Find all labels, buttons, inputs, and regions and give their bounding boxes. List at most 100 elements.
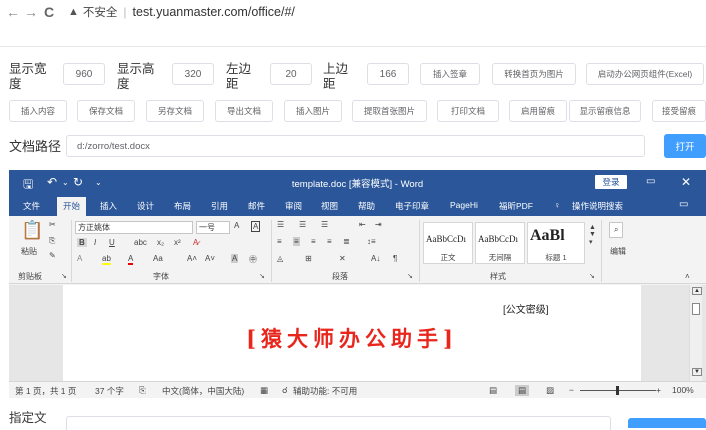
tab-mailings[interactable]: 邮件 — [248, 200, 265, 212]
tab-foxit-pdf[interactable]: 福昕PDF — [499, 200, 533, 212]
web-layout-icon[interactable]: ▨ — [546, 385, 554, 396]
zoom-thumb[interactable] — [616, 386, 619, 395]
font-launcher-icon[interactable]: ↘ — [259, 272, 265, 280]
export-doc-button[interactable]: 导出文档 — [215, 100, 273, 122]
close-icon[interactable]: ✕ — [681, 175, 691, 189]
align-left-icon[interactable]: ≡ — [277, 237, 282, 246]
find-icon[interactable]: ⌕ — [609, 222, 624, 238]
clipboard-launcher-icon[interactable]: ↘ — [61, 272, 67, 280]
format-painter-icon[interactable]: ✎ — [49, 251, 56, 260]
superscript-icon[interactable]: x² — [174, 238, 181, 247]
increase-indent-icon[interactable]: ⇥ — [375, 220, 382, 229]
decrease-indent-icon[interactable]: ⇤ — [359, 220, 366, 229]
insert-image-button[interactable]: 插入图片 — [284, 100, 342, 122]
multilevel-list-icon[interactable]: ☰ — [321, 220, 328, 229]
sort-icon[interactable]: A↓ — [371, 254, 380, 263]
launch-component-button[interactable]: 启动办公网页组件(Excel) — [586, 63, 704, 85]
styles-launcher-icon[interactable]: ↘ — [589, 272, 595, 280]
show-marks-icon[interactable]: ¶ — [393, 254, 397, 263]
shading-icon[interactable]: ◬ — [277, 254, 283, 263]
bottom-button[interactable] — [628, 418, 706, 428]
paste-icon[interactable]: 📋 — [21, 220, 43, 241]
forward-icon[interactable]: → — [22, 4, 40, 20]
back-icon[interactable]: ← — [4, 4, 22, 20]
cut-icon[interactable]: ✂ — [49, 220, 56, 229]
font-name-box[interactable]: 方正姚体 — [75, 221, 193, 234]
align-center-icon[interactable]: ≡ — [293, 237, 300, 246]
highlight-icon[interactable]: ab — [102, 254, 111, 265]
url-text[interactable]: test.yuanmaster.com/office/#/ — [133, 5, 295, 19]
numbering-icon[interactable]: ☰ — [299, 220, 306, 229]
document-page[interactable]: [公文密级] [猿大师办公助手] — [63, 285, 641, 381]
tab-references[interactable]: 引用 — [211, 200, 228, 212]
ribbon-options-icon[interactable]: ▭ — [646, 176, 655, 187]
zoom-level[interactable]: 100% — [672, 385, 694, 395]
left-margin-input[interactable]: 20 — [270, 63, 312, 85]
font-color-a-icon[interactable]: A — [234, 221, 239, 230]
tab-view[interactable]: 视图 — [321, 200, 338, 212]
focus-icon[interactable]: ▤ — [489, 385, 497, 396]
doc-path-input[interactable]: d:/zorro/test.docx — [66, 135, 645, 157]
width-input[interactable]: 960 — [63, 63, 105, 85]
top-margin-input[interactable]: 166 — [367, 63, 409, 85]
proofing-icon[interactable]: ⎘ — [139, 385, 146, 396]
font-size-box[interactable]: 一号 — [196, 221, 230, 234]
borders-icon[interactable]: ⊞ — [305, 254, 312, 263]
underline-icon[interactable]: U — [109, 238, 115, 247]
insert-sign-button[interactable]: 插入签章 — [420, 63, 480, 85]
style-no-spacing[interactable]: AaBbCcDı 无间隔 — [475, 222, 525, 264]
bullets-icon[interactable]: ☰ — [277, 220, 284, 229]
print-doc-button[interactable]: 打印文档 — [437, 100, 499, 122]
bottom-input[interactable] — [66, 416, 611, 430]
subscript-icon[interactable]: x₂ — [157, 238, 164, 247]
tab-review[interactable]: 审阅 — [285, 200, 302, 212]
status-accessibility[interactable]: 辅助功能: 不可用 — [293, 385, 357, 397]
char-border-icon[interactable]: A — [251, 221, 261, 232]
tab-insert[interactable]: 插入 — [100, 200, 117, 212]
style-heading-1[interactable]: AaBl 标题 1 — [527, 222, 585, 264]
style-normal[interactable]: AaBbCcDı 正文 — [423, 222, 473, 264]
extract-image-button[interactable]: 提取首张图片 — [352, 100, 427, 122]
copy-icon[interactable]: ⎘ — [49, 236, 55, 246]
show-track-button[interactable]: 显示留痕信息 — [569, 100, 641, 122]
shrink-font-icon[interactable]: A˅ — [205, 254, 215, 263]
status-page[interactable]: 第 1 页，共 1 页 — [15, 385, 76, 397]
char-shading-icon[interactable]: A — [231, 254, 239, 263]
tab-pagehi[interactable]: PageHi — [450, 200, 478, 210]
zoom-in-icon[interactable]: + — [656, 385, 661, 395]
tab-home[interactable]: 开始 — [57, 197, 87, 216]
justify-icon[interactable]: ≡ — [327, 237, 332, 246]
tab-e-seal[interactable]: 电子印章 — [395, 200, 429, 212]
tab-layout[interactable]: 布局 — [174, 200, 191, 212]
status-language[interactable]: 中文(简体，中国大陆) — [162, 385, 244, 397]
styles-scroll-icon[interactable]: ▲ ▼ ▾ — [589, 224, 596, 246]
paste-label[interactable]: 粘贴 — [21, 246, 37, 257]
enclose-char-icon[interactable]: ㊥ — [249, 254, 257, 265]
grow-font-icon[interactable]: A˄ — [187, 254, 197, 263]
status-words[interactable]: 37 个字 — [95, 385, 124, 397]
scroll-up-icon[interactable]: ▲ — [692, 287, 702, 295]
align-right-icon[interactable]: ≡ — [311, 237, 316, 246]
italic-icon[interactable]: I — [94, 238, 96, 247]
chinese-layout-icon[interactable]: ✕ — [339, 254, 346, 263]
macro-icon[interactable]: ▦ — [260, 385, 268, 396]
change-case-icon[interactable]: Aa — [153, 254, 163, 263]
zoom-out-icon[interactable]: − — [569, 385, 574, 395]
first-page-image-button[interactable]: 转换首页为图片 — [492, 63, 576, 85]
distributed-icon[interactable]: ≣ — [343, 237, 350, 246]
editing-label[interactable]: 编辑 — [610, 246, 626, 257]
collapse-ribbon-icon[interactable]: ˄ — [685, 272, 690, 281]
bold-icon[interactable]: B — [77, 238, 87, 247]
height-input[interactable]: 320 — [172, 63, 214, 85]
print-layout-icon[interactable]: ▤ — [515, 385, 530, 396]
accept-track-button[interactable]: 接受留痕 — [652, 100, 706, 122]
tab-file[interactable]: 文件 — [23, 200, 40, 212]
save-as-button[interactable]: 另存文档 — [146, 100, 204, 122]
enable-track-button[interactable]: 启用留痕 — [509, 100, 567, 122]
scroll-thumb[interactable] — [692, 303, 700, 315]
strikethrough-icon[interactable]: abc — [134, 238, 147, 247]
tell-me-search[interactable]: 操作说明搜索 — [572, 200, 623, 212]
vertical-scrollbar[interactable]: ▲ ▼ — [689, 285, 702, 381]
tab-design[interactable]: 设计 — [137, 200, 154, 212]
reload-icon[interactable]: C — [40, 4, 58, 20]
